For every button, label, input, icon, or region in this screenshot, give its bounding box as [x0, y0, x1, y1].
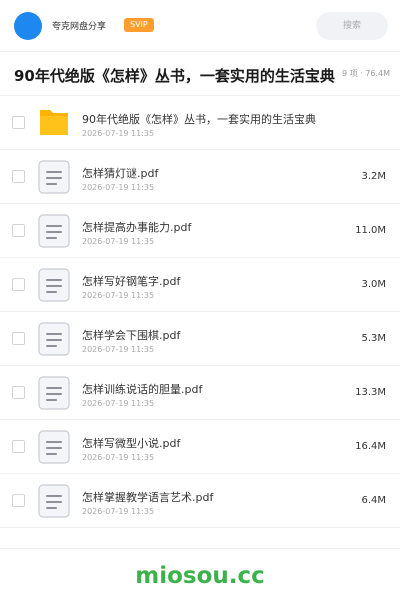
- file-size: 3.2M: [361, 171, 386, 182]
- file-date: 2026-07-19 11:35: [82, 453, 155, 462]
- file-size: 11.0M: [355, 225, 386, 236]
- document-icon: [38, 484, 70, 518]
- file-size: 6.4M: [361, 495, 386, 506]
- row-checkbox[interactable]: [12, 332, 25, 345]
- svip-badge: SVIP: [124, 18, 154, 32]
- file-name: 怎样学会下围棋.pdf: [82, 329, 181, 342]
- document-icon: [38, 160, 70, 194]
- document-icon: [38, 430, 70, 464]
- list-item[interactable]: 怎样写好钢笔字.pdf 2026-07-19 11:35 3.0M: [0, 258, 400, 312]
- file-date: 2026-07-19 11:35: [82, 183, 155, 192]
- file-name: 怎样训练说话的胆量.pdf: [82, 383, 203, 396]
- row-checkbox[interactable]: [12, 440, 25, 453]
- row-checkbox[interactable]: [12, 224, 25, 237]
- file-size: 5.3M: [361, 333, 386, 344]
- document-icon: [38, 322, 70, 356]
- file-name: 怎样写好钢笔字.pdf: [82, 275, 181, 288]
- list-item[interactable]: 90年代绝版《怎样》丛书，一套实用的生活宝典 2026-07-19 11:35: [0, 96, 400, 150]
- row-checkbox[interactable]: [12, 386, 25, 399]
- list-item[interactable]: 怎样掌握教学语言艺术.pdf 2026-07-19 11:35 6.4M: [0, 474, 400, 528]
- document-icon: [38, 214, 70, 248]
- file-date: 2026-07-19 11:35: [82, 237, 155, 246]
- watermark: miosou.cc: [135, 563, 265, 589]
- footer: miosou.cc: [0, 548, 400, 600]
- list-item[interactable]: 怎样训练说话的胆量.pdf 2026-07-19 11:35 13.3M: [0, 366, 400, 420]
- folder-title-bar: 90年代绝版《怎样》丛书，一套实用的生活宝典 9 项 · 76.4M: [0, 52, 400, 96]
- row-checkbox[interactable]: [12, 170, 25, 183]
- page-title: 90年代绝版《怎样》丛书，一套实用的生活宝典: [14, 67, 335, 85]
- file-name: 怎样猜灯谜.pdf: [82, 167, 159, 180]
- file-name: 怎样提高办事能力.pdf: [82, 221, 192, 234]
- file-list: 90年代绝版《怎样》丛书，一套实用的生活宝典 2026-07-19 11:35 …: [0, 96, 400, 528]
- file-date: 2026-07-19 11:35: [82, 129, 155, 138]
- folder-meta: 9 项 · 76.4M: [336, 65, 400, 83]
- app-header: 夸克网盘分享 SVIP 搜索: [0, 0, 400, 52]
- avatar[interactable]: [14, 12, 42, 40]
- list-item[interactable]: 怎样学会下围棋.pdf 2026-07-19 11:35 5.3M: [0, 312, 400, 366]
- file-size: 13.3M: [355, 387, 386, 398]
- file-date: 2026-07-19 11:35: [82, 291, 155, 300]
- row-checkbox[interactable]: [12, 116, 25, 129]
- file-date: 2026-07-19 11:35: [82, 345, 155, 354]
- file-name: 怎样掌握教学语言艺术.pdf: [82, 491, 214, 504]
- list-item[interactable]: 怎样写微型小说.pdf 2026-07-19 11:35 16.4M: [0, 420, 400, 474]
- file-name: 90年代绝版《怎样》丛书，一套实用的生活宝典: [82, 113, 316, 126]
- file-size: 3.0M: [361, 279, 386, 290]
- list-item[interactable]: 怎样提高办事能力.pdf 2026-07-19 11:35 11.0M: [0, 204, 400, 258]
- list-item[interactable]: 怎样猜灯谜.pdf 2026-07-19 11:35 3.2M: [0, 150, 400, 204]
- search-button[interactable]: 搜索: [316, 12, 388, 40]
- file-date: 2026-07-19 11:35: [82, 399, 155, 408]
- folder-icon: [38, 106, 70, 140]
- document-icon: [38, 376, 70, 410]
- row-checkbox[interactable]: [12, 494, 25, 507]
- file-date: 2026-07-19 11:35: [82, 507, 155, 516]
- document-icon: [38, 268, 70, 302]
- file-size: 16.4M: [355, 441, 386, 452]
- row-checkbox[interactable]: [12, 278, 25, 291]
- file-name: 怎样写微型小说.pdf: [82, 437, 181, 450]
- user-name[interactable]: 夸克网盘分享: [52, 19, 106, 32]
